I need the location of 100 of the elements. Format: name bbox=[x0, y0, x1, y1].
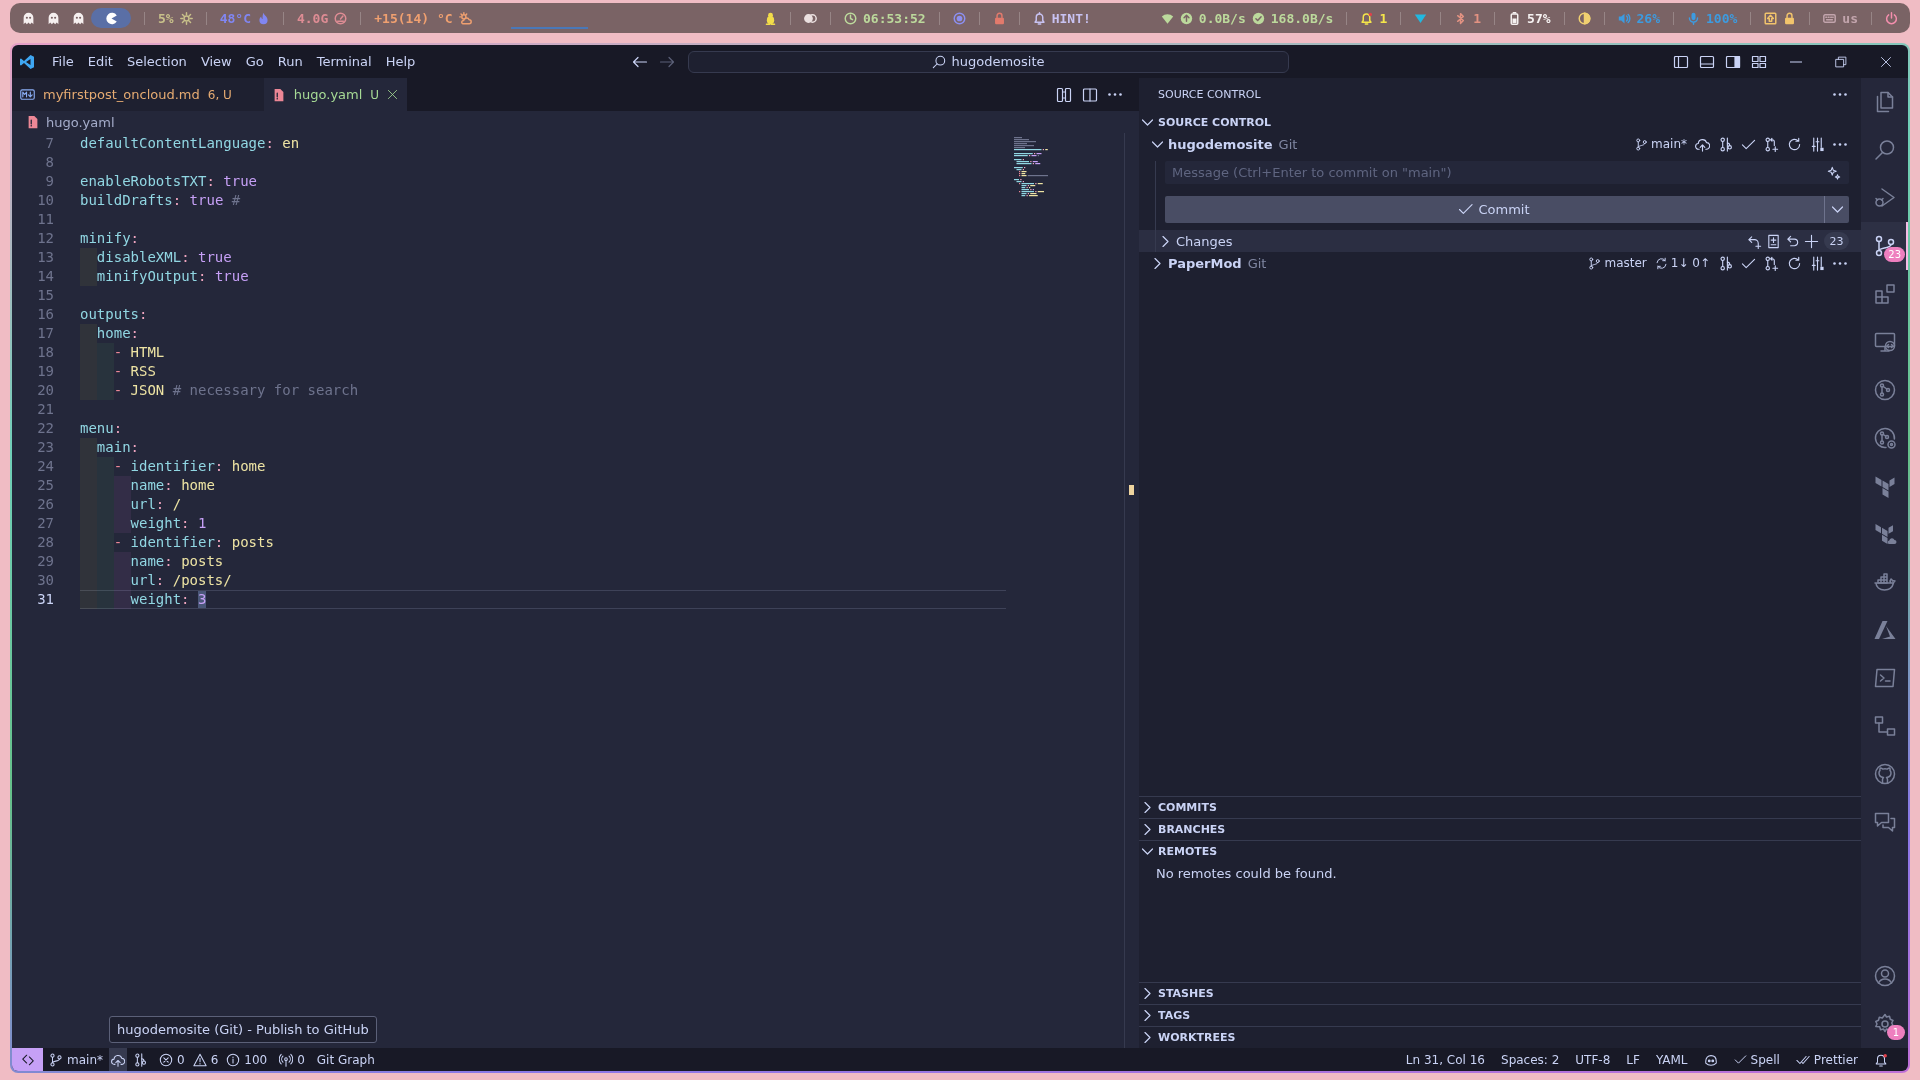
layout-grid-icon[interactable] bbox=[1751, 53, 1767, 70]
clock-time: 06:53:52 bbox=[863, 10, 926, 26]
sync-button[interactable]: 1↓ 0↑ bbox=[1654, 256, 1710, 270]
battery-level: 57% bbox=[1527, 10, 1551, 26]
error-icon bbox=[159, 1052, 173, 1067]
menu-item[interactable]: File bbox=[45, 50, 81, 73]
repository-provider: Git bbox=[1278, 136, 1298, 152]
graph-icon[interactable] bbox=[1718, 255, 1733, 271]
more-icon[interactable] bbox=[1833, 93, 1847, 96]
status-item[interactable]: Ln 31, Col 16 bbox=[1397, 1048, 1493, 1071]
close-icon[interactable] bbox=[387, 89, 399, 100]
breadcrumb-item[interactable]: hugo.yaml bbox=[26, 114, 115, 130]
menu-item[interactable]: Run bbox=[270, 50, 310, 73]
minimap[interactable] bbox=[1014, 137, 1048, 197]
status-item[interactable]: YAML bbox=[1647, 1048, 1696, 1071]
commit-message-field[interactable]: Message (Ctrl+Enter to commit on "main") bbox=[1165, 161, 1849, 184]
line-number: 29 bbox=[36, 552, 54, 571]
status-item[interactable]: UTF-8 bbox=[1567, 1048, 1619, 1071]
sliders-icon[interactable] bbox=[1810, 136, 1825, 152]
branch-button[interactable]: main* bbox=[43, 1048, 109, 1071]
editor-tab[interactable]: myfirstpost_oncloud.md 6, U bbox=[12, 78, 264, 111]
yaml-key: main bbox=[96, 439, 131, 455]
search-icon bbox=[1872, 138, 1897, 162]
close-icon bbox=[1879, 55, 1892, 68]
temperature-reading: 48°C bbox=[219, 10, 251, 26]
line-number: 18 bbox=[36, 343, 54, 362]
empty-message: No remotes could be found. bbox=[1156, 866, 1337, 881]
section-header[interactable]: REMOTES bbox=[1139, 840, 1861, 862]
status-item[interactable]: LF bbox=[1618, 1048, 1648, 1071]
section-header[interactable]: BRANCHES bbox=[1139, 818, 1861, 840]
line-number: 28 bbox=[36, 533, 54, 552]
line-number: 7 bbox=[44, 134, 54, 153]
terminal-icon bbox=[1872, 666, 1897, 690]
arrow-plus-icon[interactable] bbox=[1747, 233, 1762, 249]
file-diff-icon[interactable] bbox=[1766, 233, 1781, 249]
cloud-upload-icon[interactable] bbox=[1695, 136, 1710, 152]
line-number: 8 bbox=[44, 153, 54, 172]
branch-button[interactable]: main* bbox=[1635, 137, 1687, 151]
editor-tab[interactable]: hugo.yaml U bbox=[263, 78, 408, 111]
line-number: 15 bbox=[36, 286, 54, 305]
status-item[interactable]: Git Graph bbox=[310, 1048, 381, 1071]
ghost-icon[interactable] bbox=[47, 11, 60, 25]
branch-button[interactable]: master bbox=[1588, 256, 1647, 270]
ghost-icon[interactable] bbox=[22, 11, 35, 25]
more-icon[interactable] bbox=[1833, 261, 1847, 265]
plus-icon[interactable] bbox=[1804, 233, 1819, 249]
menu-item[interactable]: Selection bbox=[119, 50, 194, 73]
line-number: 14 bbox=[36, 267, 54, 286]
menu-item[interactable]: Go bbox=[238, 50, 271, 73]
ghost-icon[interactable] bbox=[72, 11, 85, 25]
compare-icon[interactable] bbox=[1056, 86, 1072, 103]
line-number: 26 bbox=[36, 495, 54, 514]
menu-item[interactable]: Edit bbox=[80, 50, 120, 73]
branch-icon bbox=[1635, 137, 1648, 151]
graph-icon[interactable] bbox=[1718, 136, 1733, 152]
sidebar-left-icon[interactable] bbox=[1673, 53, 1689, 70]
split-editor-icon[interactable] bbox=[1082, 86, 1098, 103]
status-item[interactable]: Spell bbox=[1725, 1048, 1788, 1071]
ports-button[interactable]: 0 bbox=[273, 1048, 311, 1071]
menu-item[interactable]: Help bbox=[378, 50, 423, 73]
workspace-button[interactable] bbox=[91, 8, 131, 28]
more-icon[interactable] bbox=[1108, 93, 1122, 96]
line-number: 23 bbox=[36, 438, 54, 457]
commit-button[interactable]: Commit bbox=[1165, 196, 1824, 223]
yaml-value: posts bbox=[181, 553, 224, 569]
status-item[interactable]: Prettier bbox=[1787, 1048, 1866, 1071]
panel-bottom-icon[interactable] bbox=[1699, 53, 1715, 70]
yaml-value: true bbox=[198, 249, 232, 265]
publish-button[interactable] bbox=[109, 1048, 127, 1071]
status-item[interactable]: Spaces: 2 bbox=[1493, 1048, 1568, 1071]
sliders-icon[interactable] bbox=[1810, 255, 1825, 271]
microphone-icon bbox=[1687, 11, 1701, 25]
refresh-icon[interactable] bbox=[1787, 136, 1802, 152]
command-center[interactable]: hugodemosite bbox=[688, 50, 1289, 73]
sparkle-icon[interactable] bbox=[1827, 165, 1841, 180]
yaml-value: RSS bbox=[130, 363, 156, 379]
refresh-icon[interactable] bbox=[1787, 255, 1802, 271]
more-icon[interactable] bbox=[1833, 142, 1847, 146]
yaml-value: 3 bbox=[198, 591, 207, 608]
list-dash: - bbox=[113, 363, 123, 379]
section-header[interactable]: SOURCE CONTROL bbox=[1139, 111, 1861, 133]
commit-dropdown[interactable] bbox=[1824, 196, 1849, 223]
menu-item[interactable]: Terminal bbox=[309, 50, 379, 73]
discard-icon[interactable] bbox=[1785, 233, 1800, 249]
section-header[interactable]: TAGS bbox=[1139, 1004, 1861, 1026]
pull-request-icon[interactable] bbox=[1764, 255, 1779, 271]
account-icon bbox=[1872, 964, 1897, 988]
upload-rate: 0.0B/s bbox=[1198, 10, 1246, 26]
remote-button[interactable] bbox=[12, 1048, 43, 1071]
menu-item[interactable]: View bbox=[193, 50, 239, 73]
section-header[interactable]: COMMITS bbox=[1139, 796, 1861, 818]
section-header[interactable]: WORKTREES bbox=[1139, 1026, 1861, 1048]
yaml-key: defaultContentLanguage bbox=[80, 135, 266, 151]
section-header[interactable]: STASHES bbox=[1139, 982, 1861, 1004]
memory-usage: 4.0G bbox=[296, 10, 329, 26]
changes-row[interactable]: Changes 23 bbox=[1139, 230, 1861, 252]
line-number: 13 bbox=[36, 248, 54, 267]
sidebar-right-icon[interactable] bbox=[1725, 53, 1741, 70]
problems-button[interactable]: 0 6 100 bbox=[153, 1048, 274, 1071]
pull-request-icon[interactable] bbox=[1764, 136, 1779, 152]
